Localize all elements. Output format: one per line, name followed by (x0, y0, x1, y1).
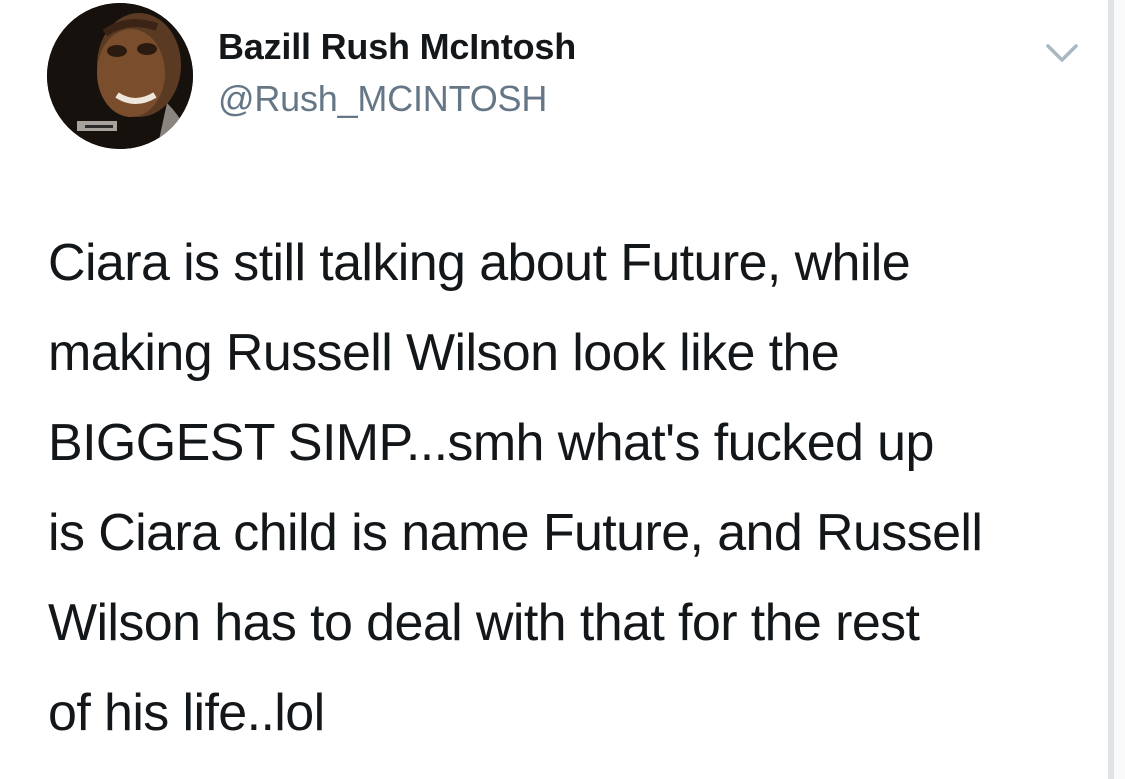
tweet-text-line: of his life..lol (48, 684, 325, 742)
tweet-text-line: Ciara is still talking about Future, whi… (48, 234, 911, 292)
tweet-card: Bazill Rush McIntosh @Rush_MCINTOSH Ciar… (0, 0, 1108, 779)
chevron-down-icon[interactable] (1038, 34, 1086, 74)
tweet-text-line: Wilson has to deal with that for the res… (48, 594, 920, 652)
profile-avatar[interactable] (47, 3, 193, 149)
tweet-text-line: is Ciara child is name Future, and Russe… (48, 504, 983, 562)
avatar-image (47, 3, 193, 149)
tweet-text-line: making Russell Wilson look like the (48, 324, 840, 382)
author-display-name[interactable]: Bazill Rush McIntosh (218, 26, 576, 68)
page-edge (1114, 0, 1125, 779)
author-handle[interactable]: @Rush_MCINTOSH (218, 78, 547, 120)
tweet-text-line: BIGGEST SIMP...smh what's fucked up (48, 414, 934, 472)
tweet-text: Ciara is still talking about Future, whi… (48, 218, 1098, 758)
